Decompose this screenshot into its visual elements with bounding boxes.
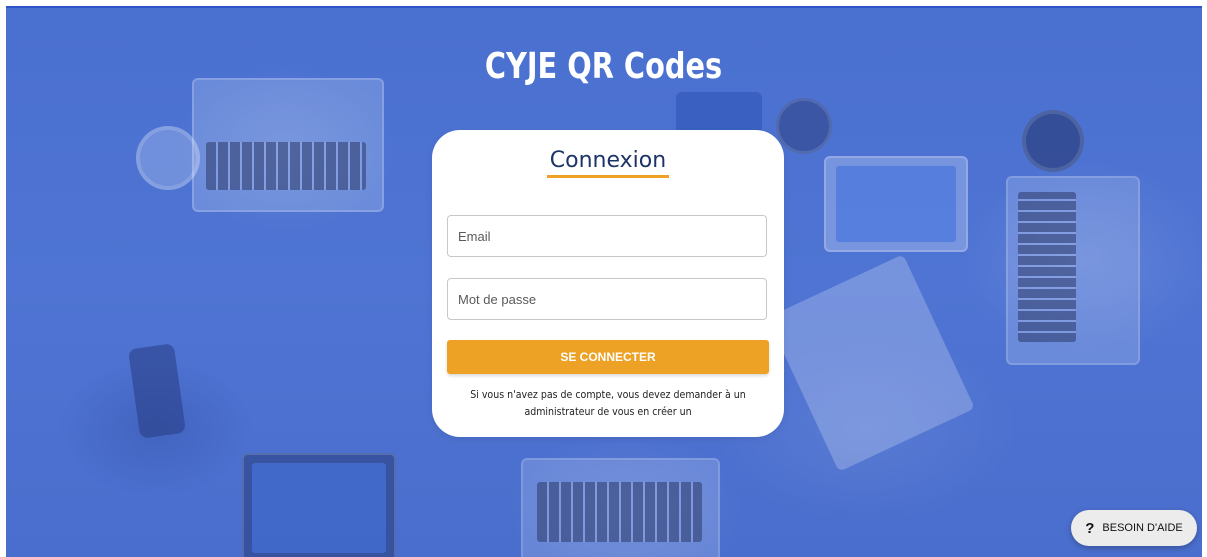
help-button[interactable]: ? BESOIN D'AIDE bbox=[1071, 510, 1197, 546]
login-card: Connexion SE CONNECTER Si vous n'avez pa… bbox=[432, 130, 784, 437]
account-note: Si vous n'avez pas de compte, vous devez… bbox=[470, 389, 746, 418]
question-icon: ? bbox=[1085, 519, 1095, 537]
tablet-decoration bbox=[242, 453, 396, 557]
page-title: CYJE QR Codes bbox=[484, 46, 723, 87]
tablet-decoration bbox=[824, 156, 968, 252]
cup-decoration bbox=[136, 126, 200, 190]
login-heading: Connexion bbox=[432, 148, 784, 175]
email-field[interactable] bbox=[447, 215, 767, 257]
laptop-decoration bbox=[192, 78, 384, 212]
cup-decoration bbox=[776, 98, 832, 154]
login-button[interactable]: SE CONNECTER bbox=[447, 340, 769, 374]
password-field[interactable] bbox=[447, 278, 767, 320]
laptop-decoration bbox=[521, 458, 720, 557]
heading-underline bbox=[547, 175, 669, 178]
laptop-decoration bbox=[1006, 176, 1140, 365]
help-button-label: BESOIN D'AIDE bbox=[1102, 522, 1183, 534]
cup-decoration bbox=[1022, 110, 1084, 172]
phone-decoration bbox=[127, 343, 187, 439]
login-heading-text: Connexion bbox=[549, 148, 667, 173]
notebook-decoration bbox=[767, 254, 975, 472]
